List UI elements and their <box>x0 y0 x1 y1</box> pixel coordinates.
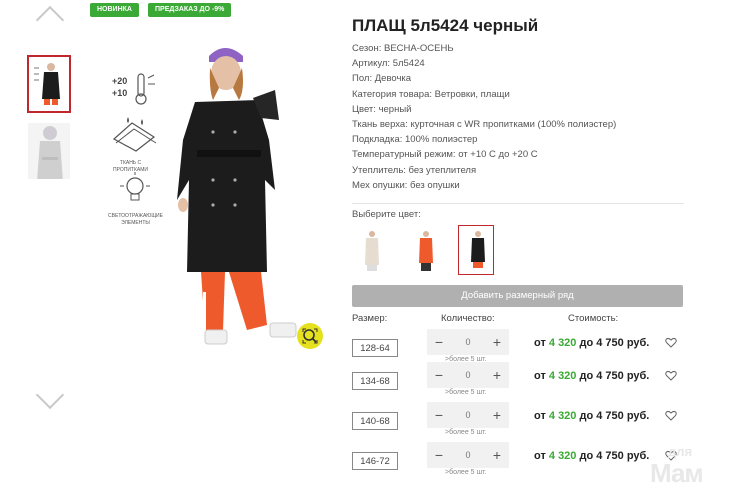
badge-preorder: ПРЕДЗАКАЗ ДО -9% <box>148 3 232 17</box>
lightbulb-icon <box>120 172 150 201</box>
price-range: от 4 320 до 4 750 руб. <box>534 450 649 462</box>
heart-icon[interactable] <box>665 370 677 384</box>
badge-new: НОВИНКА <box>90 3 139 17</box>
product-photo <box>177 48 297 345</box>
spec-line: Артикул: 5л5424 <box>352 58 425 70</box>
price-low: 4 320 <box>548 370 577 382</box>
color-select-label: Выберите цвет: <box>352 209 421 220</box>
stock-note: >более 5 шт. <box>445 429 487 436</box>
heart-icon[interactable] <box>665 410 677 424</box>
increment-button[interactable]: + <box>487 442 507 468</box>
quantity-value[interactable]: 0 <box>447 402 489 428</box>
add-size-row-button[interactable]: Добавить размерный ряд <box>352 285 683 307</box>
main-product-image[interactable] <box>165 40 330 360</box>
price-range: от 4 320 до 4 750 руб. <box>534 370 649 382</box>
decrement-button[interactable]: − <box>429 329 449 355</box>
price-from: от <box>534 370 549 382</box>
spec-line: Подкладка: 100% полиэстер <box>352 134 478 146</box>
header-cost: Стоимость: <box>568 313 619 324</box>
spec-line: Ткань верха: курточная с WR пропитками (… <box>352 118 617 130</box>
heart-icon[interactable] <box>665 337 677 351</box>
product-specs: Сезон: ВЕСНА-ОСЕНЬ Артикул: 5л5424 Пол: Де… <box>352 41 692 193</box>
stock-note: >более 5 шт. <box>445 389 487 396</box>
thumbnail-front[interactable] <box>27 55 71 113</box>
color-swatch-beige[interactable] <box>352 225 388 275</box>
price-range: от 4 320 до 4 750 руб. <box>534 410 649 422</box>
color-swatch-orange[interactable] <box>406 225 442 275</box>
chevron-up-icon[interactable] <box>35 5 65 35</box>
spec-line: Пол: Девочка <box>352 73 412 85</box>
quantity-value[interactable]: 0 <box>447 362 489 388</box>
spec-line: Температурный режим: от +10 С до +20 С <box>352 149 538 161</box>
temp-bottom: +10 <box>112 88 128 98</box>
watermark-logo: Мам <box>650 458 704 488</box>
size-box: 134-68 <box>352 372 398 390</box>
fabric-drops-icon <box>112 117 157 152</box>
spec-line: Категория товара: Ветровки, плащи <box>352 88 510 100</box>
increment-button[interactable]: + <box>487 362 507 388</box>
price-from: от <box>534 410 549 422</box>
watermark-top: для <box>668 444 693 459</box>
quantity-value[interactable]: 0 <box>447 442 489 468</box>
temp-top: +20 <box>112 76 128 86</box>
size-box: 128-64 <box>352 339 398 357</box>
price-low: 4 320 <box>548 450 577 462</box>
quantity-stepper: − 0 + <box>427 402 509 428</box>
quantity-stepper: − 0 + <box>427 329 509 355</box>
price-to: до 4 750 руб. <box>576 337 650 349</box>
price-to: до 4 750 руб. <box>576 370 650 382</box>
chevron-down-icon[interactable] <box>35 380 65 410</box>
color-swatch-black[interactable] <box>458 225 494 275</box>
feature-fabric: ТКАНЬ С ПРОПИТКАМИ <box>108 115 163 175</box>
price-range: от 4 320 до 4 750 руб. <box>534 337 649 349</box>
thumbnail-back[interactable] <box>27 122 71 180</box>
feature-reflective: СВЕТООТРАЖАЮЩИЕ ЭЛЕМЕНТЫ <box>108 172 163 232</box>
decrement-button[interactable]: − <box>429 442 449 468</box>
price-from: от <box>534 450 549 462</box>
decrement-button[interactable]: − <box>429 402 449 428</box>
increment-button[interactable]: + <box>487 329 507 355</box>
quantity-stepper: − 0 + <box>427 442 509 468</box>
price-to: до 4 750 руб. <box>576 450 650 462</box>
price-low: 4 320 <box>548 410 577 422</box>
price-from: от <box>534 337 549 349</box>
spec-line: Цвет: черный <box>352 103 412 115</box>
price-to: до 4 750 руб. <box>576 410 650 422</box>
stock-note: >более 5 шт. <box>445 469 487 476</box>
product-title: ПЛАЩ 5л5424 черный <box>352 16 539 35</box>
zoom-icon[interactable] <box>297 323 323 349</box>
spec-line: Сезон: ВЕСНА-ОСЕНЬ <box>352 43 454 54</box>
size-box: 140-68 <box>352 412 398 430</box>
reflective-label: СВЕТООТРАЖАЮЩИЕ ЭЛЕМЕНТЫ <box>108 213 163 226</box>
size-box: 146-72 <box>352 452 398 470</box>
thumbnail-front-image <box>29 57 69 111</box>
price-low: 4 320 <box>548 337 577 349</box>
spec-line: Утеплитель: без утеплителя <box>352 164 477 176</box>
quantity-value[interactable]: 0 <box>447 329 489 355</box>
spec-line: Мех опушки: без опушки <box>352 179 460 191</box>
increment-button[interactable]: + <box>487 402 507 428</box>
quantity-stepper: − 0 + <box>427 362 509 388</box>
feature-temperature: +20 +10 <box>108 70 158 120</box>
decrement-button[interactable]: − <box>429 362 449 388</box>
header-quantity: Количество: <box>441 313 495 324</box>
thumbnail-back-image <box>28 123 70 179</box>
divider <box>352 203 684 204</box>
header-size: Размер: <box>352 313 388 324</box>
